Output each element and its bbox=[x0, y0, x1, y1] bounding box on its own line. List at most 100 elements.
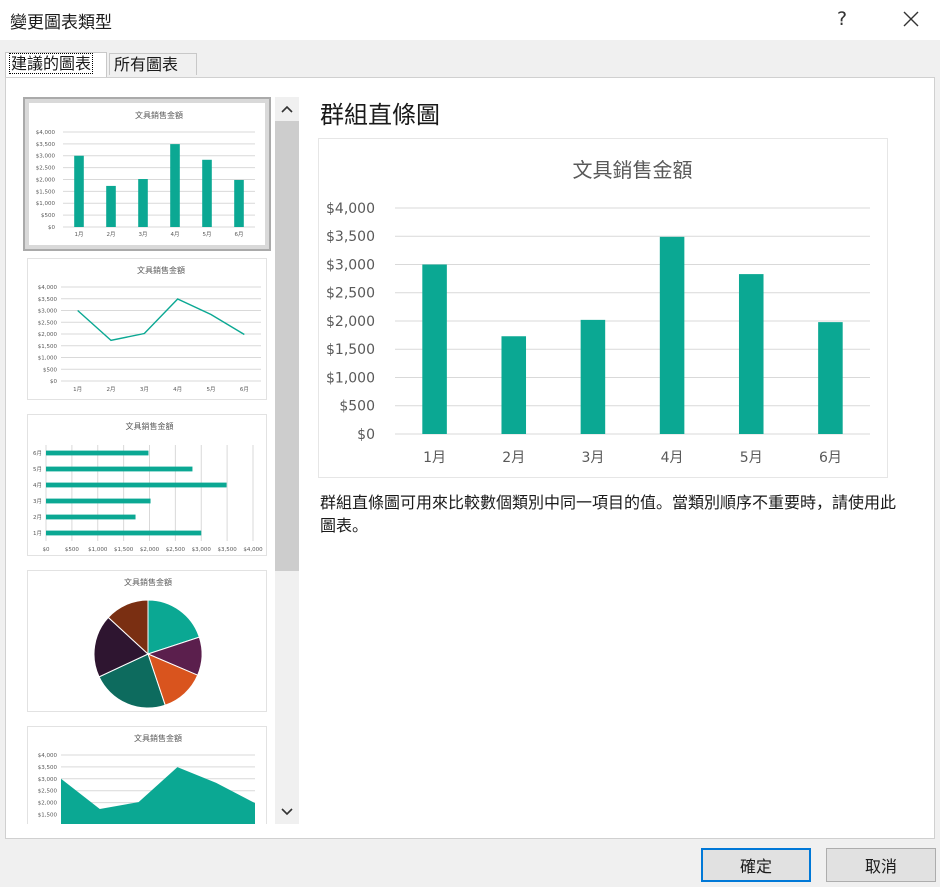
cancel-button[interactable]: 取消 bbox=[826, 848, 936, 882]
bar bbox=[738, 274, 764, 434]
x-tick-label: 4月 bbox=[661, 450, 684, 466]
y-tick-label: $4,000 bbox=[38, 285, 58, 291]
close-icon bbox=[903, 11, 919, 27]
x-tick-label: 6月 bbox=[240, 386, 249, 393]
x-tick-label: 6月 bbox=[235, 231, 244, 238]
y-tick-label: 2月 bbox=[33, 514, 42, 521]
x-tick-label: 3月 bbox=[581, 450, 604, 466]
tab-recommended-charts[interactable]: 建議的圖表 bbox=[5, 52, 107, 77]
y-tick-label: $3,000 bbox=[326, 257, 375, 273]
bar bbox=[501, 336, 527, 434]
help-button[interactable]: ? bbox=[826, 4, 858, 34]
y-tick-label: $3,000 bbox=[36, 154, 56, 160]
thumbnail-clustered-bar[interactable]: 文具銷售金額 $0 $500 $1,000 $1,500 $2,000 $2,500 $3,0… bbox=[27, 414, 267, 556]
x-tick-label: 3月 bbox=[140, 386, 149, 393]
x-tick-label: $2,500 bbox=[166, 547, 186, 553]
y-tick-label: 3月 bbox=[33, 498, 42, 505]
bar bbox=[659, 236, 685, 434]
x-tick-label: 5月 bbox=[740, 450, 763, 466]
bar bbox=[46, 514, 136, 520]
chart-title: 文具銷售金額 bbox=[135, 110, 183, 120]
y-tick-label: 4月 bbox=[33, 482, 42, 489]
title-bar: 變更圖表類型 ? bbox=[0, 0, 940, 40]
thumbnail-line[interactable]: 文具銷售金額 $0 $500 $1,000 $1,500 $2,000 $2,500 $3,0… bbox=[27, 258, 267, 400]
chevron-down-icon bbox=[281, 808, 293, 816]
x-tick-label: 5月 bbox=[203, 231, 212, 238]
thumbnail-chart: 文具銷售金額 $4,000 $3,500 $3,000 $2,500 $2,000 $1,5… bbox=[38, 733, 255, 824]
thumbnail-chart: 文具銷售金額 $0 $500 $1,000 $1,500 $2,000 $2,500 $3,0… bbox=[36, 110, 255, 238]
thumbnail-area[interactable]: 文具銷售金額 $4,000 $3,500 $3,000 $2,500 $2,000 $1,5… bbox=[27, 726, 267, 824]
x-tick-label: 1月 bbox=[73, 386, 82, 393]
bar bbox=[46, 530, 202, 536]
x-tick-label: $3,000 bbox=[192, 547, 212, 553]
x-tick-label: $4,000 bbox=[243, 547, 263, 553]
chart-title: 文具銷售金額 bbox=[134, 733, 182, 743]
x-tick-label: 1月 bbox=[423, 450, 446, 466]
x-tick-label: 2月 bbox=[107, 386, 116, 393]
thumbnail-chart: 文具銷售金額 bbox=[93, 577, 203, 709]
x-tick-label: 3月 bbox=[139, 231, 148, 238]
tab-label: 所有圖表 bbox=[114, 55, 179, 74]
chart-type-description: 群組直條圖可用來比較數個類別中同一項目的值。當類別順序不重要時，請使用此圖表。 bbox=[320, 493, 897, 535]
preview-chart-type-title: 群組直條圖 bbox=[320, 101, 440, 129]
thumbnail-scrollbar[interactable] bbox=[275, 97, 299, 824]
bar bbox=[170, 144, 180, 227]
recommended-chart-list: 文具銷售金額 $0 $500 $1,000 $1,500 $2,000 $2,500 $3,0… bbox=[23, 97, 275, 824]
x-tick-label: $3,500 bbox=[218, 547, 238, 553]
scroll-up-button[interactable] bbox=[275, 97, 299, 121]
y-tick-label: 6月 bbox=[33, 450, 42, 457]
y-tick-label: $2,500 bbox=[36, 166, 56, 172]
y-tick-label: $2,500 bbox=[38, 789, 58, 795]
y-tick-label: $500 bbox=[339, 399, 375, 415]
y-tick-label: $0 bbox=[357, 427, 375, 443]
x-tick-label: 1月 bbox=[75, 231, 84, 238]
thumbnail-clustered-column[interactable]: 文具銷售金額 $0 $500 $1,000 $1,500 $2,000 $2,500 $3,0… bbox=[23, 97, 271, 251]
x-tick-label: 2月 bbox=[502, 450, 525, 466]
bar bbox=[138, 179, 148, 227]
y-tick-label: $3,000 bbox=[38, 777, 58, 783]
y-tick-label: $0 bbox=[50, 379, 57, 385]
x-tick-label: $500 bbox=[65, 547, 79, 553]
dialog-title: 變更圖表類型 bbox=[10, 13, 112, 33]
thumbnail-pie[interactable]: 文具銷售金額 bbox=[27, 570, 267, 712]
area-fill bbox=[61, 767, 255, 824]
x-tick-label: $1,000 bbox=[88, 547, 108, 553]
close-button[interactable] bbox=[895, 4, 927, 34]
y-tick-label: $1,000 bbox=[326, 370, 375, 386]
tab-all-charts[interactable]: 所有圖表 bbox=[109, 53, 197, 75]
y-tick-label: $0 bbox=[48, 225, 55, 231]
y-tick-label: $1,000 bbox=[38, 356, 58, 362]
chart-title: 文具銷售金額 bbox=[573, 158, 693, 182]
chart-title: 文具銷售金額 bbox=[126, 421, 174, 431]
y-tick-label: $3,500 bbox=[326, 229, 375, 245]
x-tick-label: 5月 bbox=[207, 386, 216, 393]
bar bbox=[818, 322, 843, 434]
y-tick-label: $4,000 bbox=[326, 201, 375, 217]
bar bbox=[106, 185, 116, 227]
x-tick-label: 4月 bbox=[173, 386, 182, 393]
y-tick-label: $3,500 bbox=[38, 765, 58, 771]
bar bbox=[46, 482, 227, 488]
x-tick-label: 2月 bbox=[107, 231, 116, 238]
bar bbox=[580, 319, 606, 434]
ok-button[interactable]: 確定 bbox=[701, 848, 811, 882]
y-tick-label: $4,000 bbox=[36, 130, 56, 136]
y-tick-label: $1,000 bbox=[36, 201, 56, 207]
x-tick-label: $1,500 bbox=[114, 547, 134, 553]
y-tick-label: $2,000 bbox=[38, 801, 58, 807]
bar bbox=[234, 179, 244, 227]
thumbnail-chart: 文具銷售金額 $0 $500 $1,000 $1,500 $2,000 $2,500 $3,0… bbox=[33, 421, 263, 553]
x-tick-label: $0 bbox=[43, 547, 50, 553]
x-tick-label: $2,000 bbox=[140, 547, 160, 553]
y-tick-label: $2,500 bbox=[326, 286, 375, 302]
bar bbox=[46, 450, 149, 456]
chart-title: 文具銷售金額 bbox=[124, 577, 172, 587]
scroll-down-button[interactable] bbox=[275, 800, 299, 824]
scroll-thumb[interactable] bbox=[275, 121, 299, 571]
y-tick-label: $500 bbox=[43, 367, 57, 373]
x-tick-label: 4月 bbox=[171, 231, 180, 238]
y-tick-label: $1,500 bbox=[326, 342, 375, 358]
y-tick-label: 5月 bbox=[33, 466, 42, 473]
y-tick-label: $500 bbox=[41, 213, 55, 219]
x-tick-label: 6月 bbox=[819, 450, 842, 466]
